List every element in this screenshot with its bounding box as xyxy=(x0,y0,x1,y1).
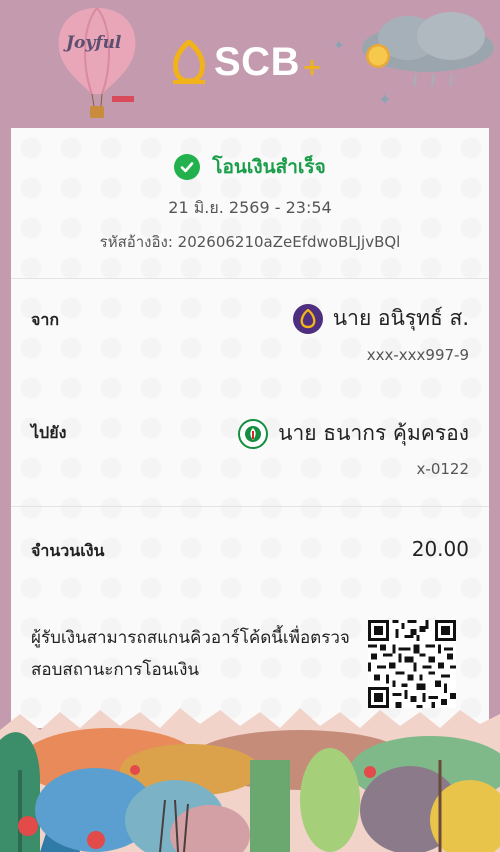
amount-section: จำนวนเงิน 20.00 xyxy=(11,506,489,599)
bird-icon: ✦ xyxy=(333,38,345,54)
scb-bank-icon xyxy=(292,303,323,334)
from-label: จาก xyxy=(31,310,60,329)
forest-illustration xyxy=(0,708,500,852)
sun-icon xyxy=(366,44,390,68)
status-text: โอนเงินสำเร็จ xyxy=(212,156,326,178)
sender-account: xxx-xxx997-9 xyxy=(366,346,469,364)
to-label: ไปยัง xyxy=(31,423,67,442)
header-banner: Joyful ✦ ✦ SCB + xyxy=(0,0,500,128)
hot-air-balloon-icon: Joyful xyxy=(58,7,136,118)
transaction-datetime: 21 มิ.ย. 2569 - 23:54 xyxy=(168,198,332,217)
qr-code[interactable] xyxy=(368,620,456,708)
sender-name: นาย อนิรุทธ์ ส. xyxy=(332,306,469,330)
brand-plus: + xyxy=(301,53,323,81)
brand-name: SCB xyxy=(214,39,300,84)
check-circle-icon xyxy=(174,154,201,180)
scb-logo: SCB + xyxy=(170,38,322,86)
status-line: โอนเงินสำเร็จ xyxy=(11,152,489,182)
qr-instruction: ผู้รับเงินสามารถสแกนคิวอาร์โค้ดนี้เพื่อต… xyxy=(31,628,350,680)
amount-label: จำนวนเงิน xyxy=(31,541,105,560)
scb-emblem-icon xyxy=(173,40,205,84)
amount-value: 20.00 xyxy=(411,537,469,561)
bird-icon: ✦ xyxy=(378,90,392,109)
to-account-holder: นาย ธนากร คุ้มครอง xyxy=(238,417,469,450)
from-account-holder: นาย อนิรุทธ์ ส. xyxy=(292,302,469,335)
reference-number: รหัสอ้างอิง: 202606210aZeEfdwoBLJjvBQl xyxy=(99,233,401,251)
kbank-icon xyxy=(238,418,269,449)
receipt-header: โอนเงินสำเร็จ 21 มิ.ย. 2569 - 23:54 รหัส… xyxy=(11,128,489,279)
receipt-card: โอนเงินสำเร็จ 21 มิ.ย. 2569 - 23:54 รหัส… xyxy=(11,128,489,728)
recipient-account: x-0122 xyxy=(416,460,469,478)
recipient-name: นาย ธนากร คุ้มครอง xyxy=(278,421,469,445)
balloon-text: Joyful xyxy=(63,33,122,53)
